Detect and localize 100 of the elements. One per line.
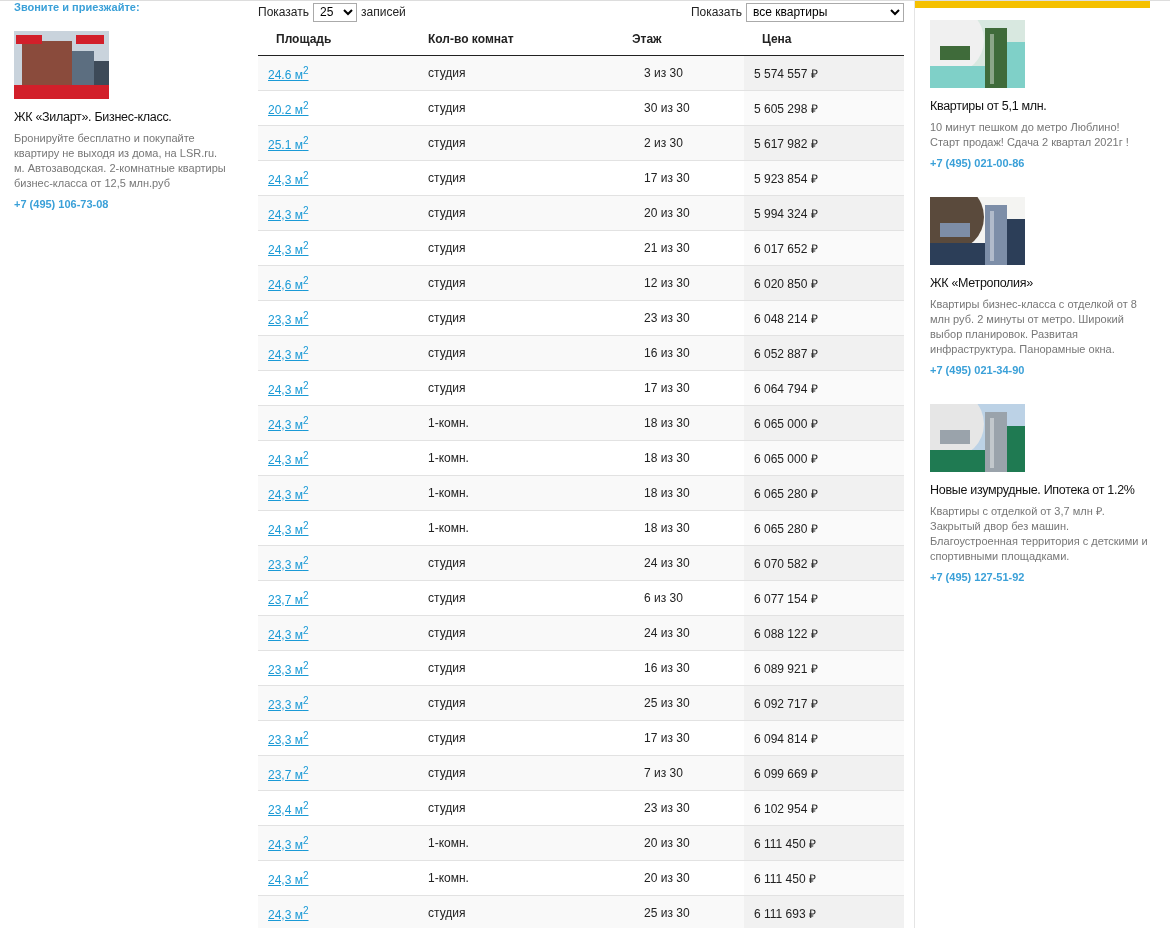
table-cell: 6 017 652 ₽	[754, 241, 818, 256]
table-row[interactable]: 23,3 м$^{2}$ студия 23 из 30 6 048 214 ₽	[258, 300, 904, 336]
table-cell: 5 617 982 ₽	[754, 136, 818, 151]
table-cell: студия	[428, 906, 466, 920]
table-row[interactable]: 23,7 м$^{2}$ студия 6 из 30 6 077 154 ₽	[258, 580, 904, 616]
table-cell: 12 из 30	[644, 276, 690, 290]
table-cell: 6 052 887 ₽	[754, 346, 818, 361]
table-cell: 6 070 582 ₽	[754, 556, 818, 571]
table-row[interactable]: 24,3 м$^{2}$ студия 16 из 30 6 052 887 ₽	[258, 335, 904, 371]
table-row[interactable]: 24,3 м$^{2}$ студия 17 из 30 5 923 854 ₽	[258, 160, 904, 196]
table-row[interactable]: 24,3 м$^{2}$ 1-комн. 18 из 30 6 065 000 ₽	[258, 405, 904, 441]
table-row[interactable]: 24,3 м$^{2}$ 1-комн. 18 из 30 6 065 280 ₽	[258, 475, 904, 511]
table-cell: 6 065 000 ₽	[754, 451, 818, 466]
table-cell: 18 из 30	[644, 451, 690, 465]
table-row[interactable]: 24,3 м$^{2}$ 1-комн. 18 из 30 6 065 000 ₽	[258, 440, 904, 476]
table-cell: 24 из 30	[644, 556, 690, 570]
ad-title[interactable]: ЖК «Зиларт». Бизнес-класс.	[14, 109, 228, 125]
ad-title[interactable]: ЖК «Метрополия»	[930, 275, 1152, 291]
table-cell: 1-комн.	[428, 486, 469, 500]
table-cell: студия	[428, 801, 466, 815]
ad-title[interactable]: Квартиры от 5,1 млн.	[930, 98, 1152, 114]
table-row[interactable]: 23,3 м$^{2}$ студия 25 из 30 6 092 717 ₽	[258, 685, 904, 721]
table-cell: студия	[428, 136, 466, 150]
table-cell: студия	[428, 696, 466, 710]
column-header[interactable]: Этаж	[632, 31, 662, 46]
table-row[interactable]: 24,3 м$^{2}$ студия 17 из 30 6 064 794 ₽	[258, 370, 904, 406]
table-row[interactable]: 23,3 м$^{2}$ студия 17 из 30 6 094 814 ₽	[258, 720, 904, 756]
table-cell: 1-комн.	[428, 416, 469, 430]
table-cell: 1-комн.	[428, 871, 469, 885]
column-header[interactable]: Площадь	[276, 31, 332, 46]
table-cell: студия	[428, 346, 466, 360]
table-cell: студия	[428, 206, 466, 220]
table-cell: 23 из 30	[644, 311, 690, 325]
table-cell: 5 994 324 ₽	[754, 206, 818, 221]
table-cell: 23 из 30	[644, 801, 690, 815]
table-cell: 1-комн.	[428, 521, 469, 535]
table-row[interactable]: 24,3 м$^{2}$ студия 24 из 30 6 088 122 ₽	[258, 615, 904, 651]
ad-title[interactable]: Новые изумрудные. Ипотека от 1.2%	[930, 482, 1152, 498]
table-cell: 20 из 30	[644, 206, 690, 220]
table-cell: 25 из 30	[644, 906, 690, 920]
table-cell: 6 064 794 ₽	[754, 381, 818, 396]
contact-heading: Звоните и приезжайте:	[14, 1, 141, 14]
table-cell: 6 из 30	[644, 591, 683, 605]
table-cell: студия	[428, 241, 466, 255]
table-cell: 5 574 557 ₽	[754, 66, 818, 81]
table-cell: студия	[428, 311, 466, 325]
table-cell: 18 из 30	[644, 416, 690, 430]
table-cell: 24 из 30	[644, 626, 690, 640]
table-cell: 20 из 30	[644, 871, 690, 885]
table-row[interactable]: 24,3 м$^{2}$ студия 21 из 30 6 017 652 ₽	[258, 230, 904, 266]
column-header[interactable]: Цена	[762, 31, 792, 46]
table-cell: 7 из 30	[644, 766, 683, 780]
show-label: Показать	[258, 5, 309, 19]
table-cell: 2 из 30	[644, 136, 683, 150]
ad-description: Бронируйте бесплатно и покупайте квартиру не выходя из дома, на LSR.ru. м. Автозаводская. 2-комнатные квартиры бизнес-класса от 12,5 млн.руб	[14, 131, 227, 191]
table-cell: 6 065 000 ₽	[754, 416, 818, 431]
table-cell: 6 048 214 ₽	[754, 311, 818, 326]
table-cell: 16 из 30	[644, 661, 690, 675]
table-cell: 16 из 30	[644, 346, 690, 360]
table-row[interactable]: 24,3 м$^{2}$ 1-комн. 18 из 30 6 065 280 ₽	[258, 510, 904, 546]
ad-description: Квартиры с отделкой от 3,7 млн ₽. Закрытый двор без машин. Благоустроенная территория с детскими и спортивными площадками.	[930, 504, 1149, 564]
table-cell: студия	[428, 731, 466, 745]
table-cell: 17 из 30	[644, 171, 690, 185]
filter-label: Показать	[691, 5, 742, 19]
table-row[interactable]: 24,3 м$^{2}$ студия 25 из 30 6 111 693 ₽	[258, 895, 904, 928]
table-cell: студия	[428, 766, 466, 780]
table-cell: 6 065 280 ₽	[754, 486, 818, 501]
table-row[interactable]: 24,3 м$^{2}$ 1-комн. 20 из 30 6 111 450 ₽	[258, 860, 904, 896]
table-cell: студия	[428, 101, 466, 115]
table-cell: 6 099 669 ₽	[754, 766, 818, 781]
table-row[interactable]: 24,3 м$^{2}$ студия 20 из 30 5 994 324 ₽	[258, 195, 904, 231]
table-row[interactable]: 23,3 м$^{2}$ студия 24 из 30 6 070 582 ₽	[258, 545, 904, 581]
table-cell: 1-комн.	[428, 451, 469, 465]
table-row[interactable]: 24,6 м$^{2}$ студия 12 из 30 6 020 850 ₽	[258, 265, 904, 301]
filter-select[interactable]: все квартиры	[746, 2, 904, 22]
table-cell: 6 077 154 ₽	[754, 591, 818, 606]
table-cell: студия	[428, 276, 466, 290]
table-row[interactable]: 24,3 м$^{2}$ 1-комн. 20 из 30 6 111 450 ₽	[258, 825, 904, 861]
table-cell: студия	[428, 661, 466, 675]
table-row[interactable]: 24.6 м$^{2}$ студия 3 из 30 5 574 557 ₽	[258, 55, 904, 91]
table-row[interactable]: 23,4 м$^{2}$ студия 23 из 30 6 102 954 ₽	[258, 790, 904, 826]
records-label: записей	[361, 5, 406, 19]
page-size-select[interactable]: 25	[313, 2, 357, 22]
table-cell: студия	[428, 381, 466, 395]
table-cell: студия	[428, 556, 466, 570]
table-row[interactable]: 23,3 м$^{2}$ студия 16 из 30 6 089 921 ₽	[258, 650, 904, 686]
column-header[interactable]: Кол-во комнат	[428, 31, 514, 46]
table-cell: 6 089 921 ₽	[754, 661, 818, 676]
table-cell: 6 088 122 ₽	[754, 626, 818, 641]
table-cell: 30 из 30	[644, 101, 690, 115]
table-cell: 3 из 30	[644, 66, 683, 80]
table-row[interactable]: 23,7 м$^{2}$ студия 7 из 30 6 099 669 ₽	[258, 755, 904, 791]
table-cell: 18 из 30	[644, 521, 690, 535]
table-cell: 1-комн.	[428, 836, 469, 850]
table-cell: 6 020 850 ₽	[754, 276, 818, 291]
table-row[interactable]: 25.1 м$^{2}$ студия 2 из 30 5 617 982 ₽	[258, 125, 904, 161]
table-row[interactable]: 20.2 м$^{2}$ студия 30 из 30 5 605 298 ₽	[258, 90, 904, 126]
ad-description: Квартиры бизнес-класса с отделкой от 8 млн руб. 2 минуты от метро. Широкий выбор планировок. Развитая инфраструктура. Панорамные окна.	[930, 297, 1138, 357]
table-cell: 25 из 30	[644, 696, 690, 710]
table-cell: 18 из 30	[644, 486, 690, 500]
